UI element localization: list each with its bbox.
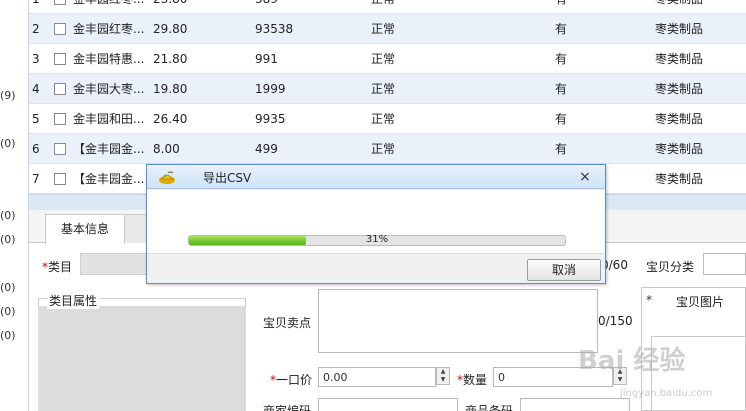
selling-point-textarea[interactable] bbox=[318, 289, 598, 353]
cell-category: 枣类制品 bbox=[655, 52, 704, 66]
cell-flag: 有 bbox=[555, 82, 568, 96]
dialog-title: 导出CSV bbox=[203, 171, 252, 185]
export-csv-dialog: 导出CSV × 31% 取消 bbox=[146, 164, 606, 284]
sidebar-count[interactable]: (0) bbox=[0, 329, 16, 342]
cell-name: 【金丰园金... bbox=[73, 142, 145, 156]
cell-qty: 93538 bbox=[255, 22, 294, 36]
tab-basic-info[interactable]: 基本信息 bbox=[45, 214, 125, 244]
selling-point-label: 宝贝卖点 bbox=[263, 316, 312, 330]
cell-price: 8.00 bbox=[153, 142, 180, 156]
cell-category: 枣类制品 bbox=[655, 22, 704, 36]
table-row[interactable]: 5 金丰园和田... 26.40 9935 正常 有 枣类制品 bbox=[29, 104, 746, 134]
sidebar-count[interactable]: (9) bbox=[0, 89, 16, 102]
table-row[interactable]: 2 金丰园红枣... 29.80 93538 正常 有 枣类制品 bbox=[29, 14, 746, 44]
picture-required-mark: * bbox=[646, 293, 652, 307]
cell-category: 枣类制品 bbox=[655, 142, 704, 156]
sidebar-count[interactable]: (0) bbox=[0, 209, 16, 222]
picture-label: 宝贝图片 bbox=[676, 295, 725, 309]
cell-qty: 9935 bbox=[255, 112, 286, 126]
cell-no: 1 bbox=[32, 0, 48, 14]
sidebar-count[interactable]: (0) bbox=[0, 233, 16, 246]
selling-point-counter: 0/150 bbox=[598, 314, 633, 328]
price-label: *一口价 bbox=[270, 373, 313, 387]
cell-no: 5 bbox=[32, 112, 40, 126]
cell-no: 2 bbox=[32, 22, 40, 36]
cell-status: 正常 bbox=[371, 142, 396, 156]
table-row[interactable]: 4 金丰园大枣... 19.80 1999 正常 有 枣类制品 bbox=[29, 74, 746, 104]
cell-no: 4 bbox=[32, 82, 40, 96]
table-row[interactable]: 1 金丰园红枣... 23.80 389 正常 有 枣类制品 bbox=[29, 0, 746, 14]
dialog-titlebar[interactable]: 导出CSV × bbox=[147, 165, 605, 189]
cell-name: 金丰园红枣... bbox=[73, 22, 145, 36]
cell-price: 26.40 bbox=[153, 112, 188, 126]
cell-status: 正常 bbox=[371, 52, 396, 66]
sidebar-count[interactable]: (0) bbox=[0, 281, 16, 294]
cell-category: 枣类制品 bbox=[655, 172, 704, 186]
row-checkbox[interactable] bbox=[54, 173, 66, 185]
watermark-url: jingyan.baidu.com bbox=[620, 388, 713, 399]
attributes-label: 类目属性 bbox=[47, 292, 100, 309]
cell-category: 枣类制品 bbox=[655, 0, 745, 14]
cell-status: 正常 bbox=[371, 112, 396, 126]
chevron-up-icon[interactable]: ▲ bbox=[437, 368, 449, 376]
row-checkbox[interactable] bbox=[54, 83, 66, 95]
chevron-down-icon[interactable]: ▼ bbox=[437, 376, 449, 384]
price-input[interactable]: 0.00 bbox=[318, 367, 436, 387]
cell-qty: 1999 bbox=[255, 82, 286, 96]
quantity-label: *数量 bbox=[457, 373, 488, 387]
cell-no: 6 bbox=[32, 142, 40, 156]
price-stepper[interactable]: ▲ ▼ bbox=[436, 367, 450, 385]
cell-no: 3 bbox=[32, 52, 40, 66]
cell-qty: 991 bbox=[255, 52, 278, 66]
cell-price: 29.80 bbox=[153, 22, 188, 36]
barcode-label: 商品条码 bbox=[465, 404, 514, 411]
barcode-input[interactable] bbox=[520, 398, 630, 411]
dialog-footer: 取消 bbox=[147, 253, 605, 283]
cancel-button[interactable]: 取消 bbox=[527, 259, 601, 281]
category-label: *类目 bbox=[42, 260, 73, 274]
cell-name: 金丰园和田... bbox=[73, 112, 145, 126]
row-checkbox[interactable] bbox=[54, 0, 66, 5]
cell-flag: 有 bbox=[555, 22, 568, 36]
cell-category: 枣类制品 bbox=[655, 112, 704, 126]
table-row[interactable]: 6 【金丰园金... 8.00 499 正常 有 枣类制品 bbox=[29, 134, 746, 164]
cell-price: 21.80 bbox=[153, 52, 188, 66]
cell-flag: 有 bbox=[555, 52, 568, 66]
row-checkbox[interactable] bbox=[54, 53, 66, 65]
row-checkbox[interactable] bbox=[54, 143, 66, 155]
chevron-down-icon[interactable]: ▼ bbox=[614, 376, 626, 384]
category-sidebar: (9) (0) (0) (0) (0) (0) (0) bbox=[0, 0, 22, 411]
cell-qty: 499 bbox=[255, 142, 278, 156]
cell-status: 正常 bbox=[371, 0, 451, 14]
cell-no: 7 bbox=[32, 172, 40, 186]
cell-status: 正常 bbox=[371, 82, 396, 96]
cell-qty: 389 bbox=[255, 0, 345, 14]
cell-flag: 有 bbox=[555, 0, 635, 14]
cell-status: 正常 bbox=[371, 22, 396, 36]
shop-category-label: 宝贝分类 bbox=[646, 260, 695, 274]
progress-percent-text: 31% bbox=[365, 234, 389, 245]
cell-name: 【金丰园金... bbox=[73, 172, 145, 186]
baidu-jingyan-watermark: Bai 经验 bbox=[578, 346, 686, 376]
cell-name: 金丰园特惠... bbox=[73, 52, 145, 66]
category-field[interactable] bbox=[80, 253, 150, 275]
row-checkbox[interactable] bbox=[54, 23, 66, 35]
merchant-code-label: 商家编码 bbox=[263, 404, 312, 411]
cell-price: 23.80 bbox=[153, 0, 243, 14]
cell-flag: 有 bbox=[555, 112, 568, 126]
app-logo-icon bbox=[159, 171, 175, 184]
row-checkbox[interactable] bbox=[54, 113, 66, 125]
cell-category: 枣类制品 bbox=[655, 82, 704, 96]
cell-price: 19.80 bbox=[153, 82, 188, 96]
close-icon[interactable]: × bbox=[575, 167, 595, 187]
sidebar-count[interactable]: (0) bbox=[0, 305, 16, 318]
cell-name: 金丰园大枣... bbox=[73, 82, 145, 96]
cell-name: 金丰园红枣... bbox=[73, 0, 148, 14]
merchant-code-input[interactable] bbox=[318, 398, 458, 411]
attributes-panel bbox=[38, 306, 246, 411]
shop-category-field[interactable] bbox=[703, 253, 746, 275]
cell-flag: 有 bbox=[555, 142, 568, 156]
sidebar-count[interactable]: (0) bbox=[0, 137, 16, 150]
table-row[interactable]: 3 金丰园特惠... 21.80 991 正常 有 枣类制品 bbox=[29, 44, 746, 74]
